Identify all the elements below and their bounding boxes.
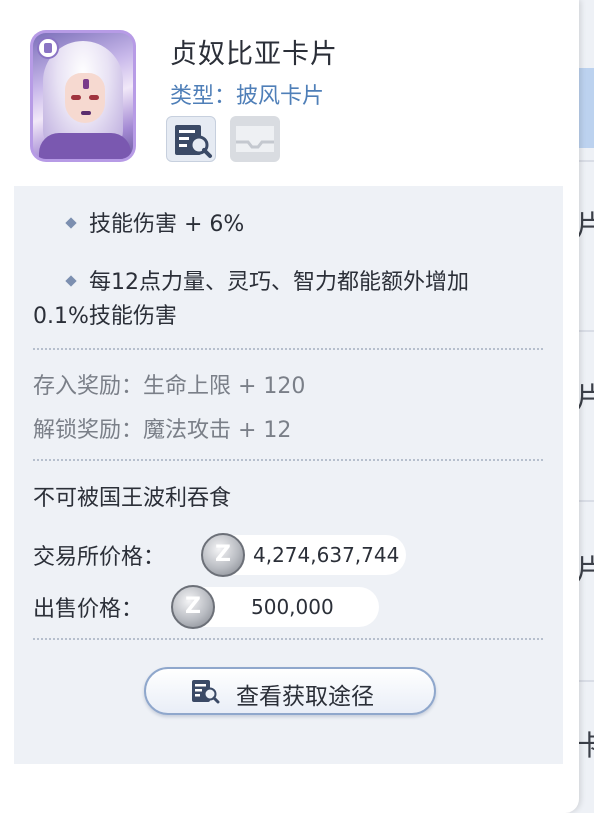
- background-highlight: [578, 68, 594, 148]
- zeny-coin-icon: Z: [171, 585, 215, 629]
- card-title: 贞奴比亚卡片: [170, 39, 338, 70]
- card-portrait: [30, 30, 136, 162]
- divider: [33, 348, 543, 350]
- zeny-coin-icon: Z: [201, 533, 245, 577]
- view-source-label: 查看获取途径: [236, 684, 374, 710]
- effect-line-continued: 0.1%技能伤害: [33, 304, 177, 329]
- sell-price-label: 出售价格：: [33, 597, 144, 622]
- search-document-icon: [175, 125, 212, 158]
- exchange-price-row: 交易所价格： Z 4,274,637,744: [33, 533, 413, 577]
- diamond-bullet-icon: [65, 275, 77, 287]
- exchange-price-pill: Z 4,274,637,744: [201, 533, 406, 577]
- card-type: 类型：披风卡片: [170, 84, 325, 109]
- card-rank-icon: [37, 37, 59, 59]
- card-note: 不可被国王波利吞食: [33, 486, 232, 511]
- sell-price-value: 500,000: [251, 595, 334, 619]
- card-detail-panel: 贞奴比亚卡片 类型：披风卡片 技能伤害 + 6% 每12点力量、灵巧、智力都能额…: [0, 0, 579, 813]
- effect-line: 技能伤害 + 6%: [47, 208, 244, 242]
- exchange-price-label: 交易所价格：: [33, 545, 166, 570]
- unlock-reward: 解锁奖励：魔法攻击 + 12: [33, 418, 292, 443]
- exchange-price-value: 4,274,637,744: [253, 543, 400, 567]
- search-document-icon: [192, 680, 220, 704]
- card-art-image: [33, 33, 133, 159]
- sell-price-pill: Z 500,000: [171, 585, 379, 629]
- divider: [33, 459, 543, 461]
- tray-icon: [236, 126, 274, 152]
- diamond-bullet-icon: [65, 217, 77, 229]
- card-detail-button[interactable]: [166, 116, 216, 162]
- divider: [33, 638, 543, 640]
- view-source-button[interactable]: 查看获取途径: [144, 667, 436, 715]
- deposit-reward: 存入奖励：生命上限 + 120: [33, 374, 306, 399]
- sell-price-row: 出售价格： Z 500,000: [33, 585, 413, 629]
- card-album-button[interactable]: [230, 116, 280, 162]
- effect-line: 每12点力量、灵巧、智力都能额外增加: [47, 266, 469, 300]
